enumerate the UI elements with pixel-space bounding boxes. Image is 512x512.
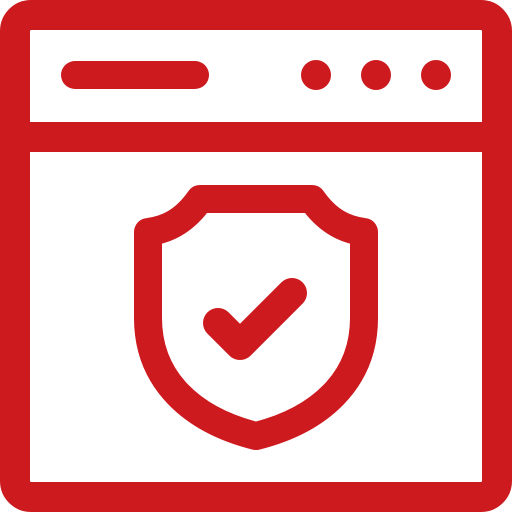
browser-security-icon-graphic [0, 0, 512, 512]
window-control-dot-1-icon [301, 60, 331, 90]
browser-security-icon [0, 0, 512, 512]
check-mark-icon [203, 278, 307, 360]
window-control-dot-2-icon [361, 60, 391, 90]
window-control-dot-3-icon [421, 60, 451, 90]
